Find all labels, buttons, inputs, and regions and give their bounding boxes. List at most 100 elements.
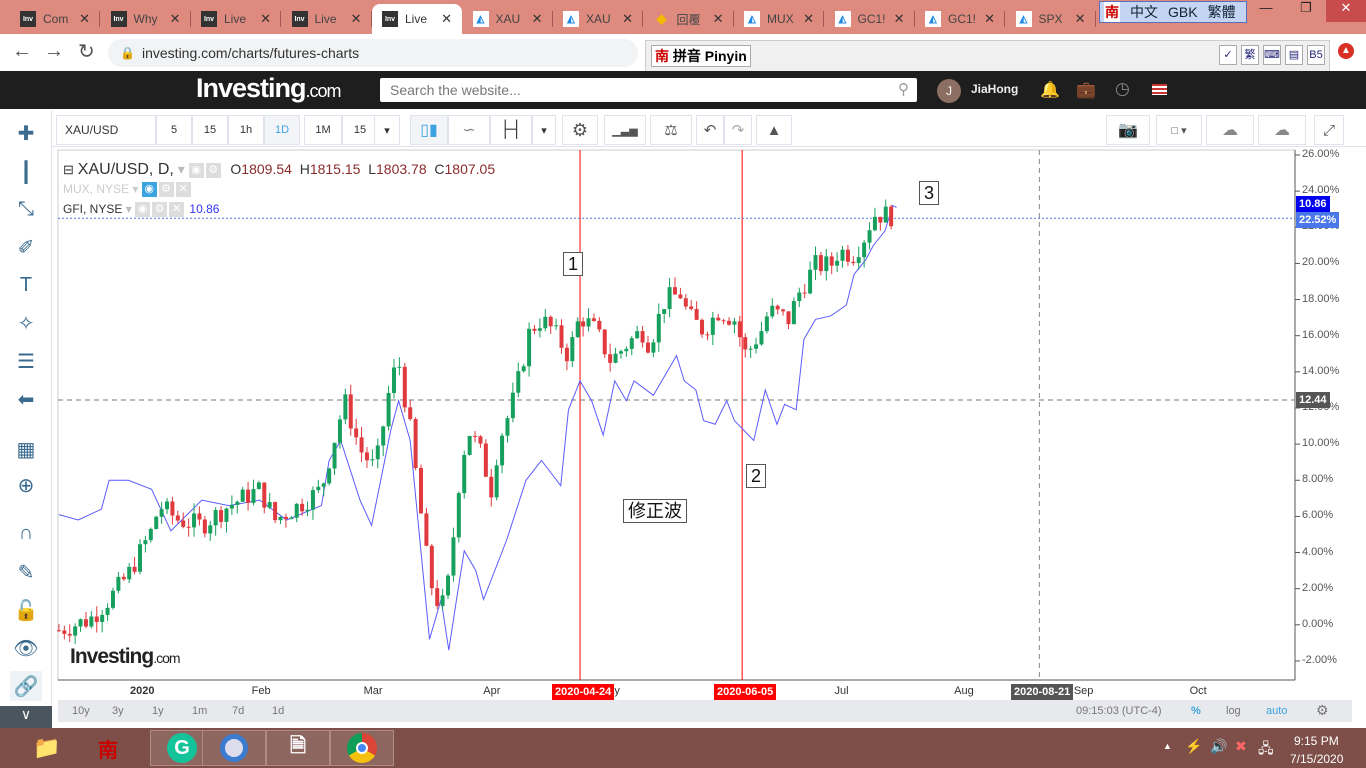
network-error-icon[interactable]: ✖ xyxy=(1235,738,1247,755)
open-value: 1809.54 xyxy=(241,161,292,177)
tray-power-icon[interactable]: ⚡ xyxy=(1185,738,1202,755)
tray-expand-icon[interactable]: ▲ xyxy=(1163,741,1172,751)
candle-body xyxy=(808,269,813,294)
candle-body xyxy=(229,504,234,509)
candle-body xyxy=(824,256,829,272)
main-series-legend[interactable]: ⊟ XAU/USD, D, ▾ ◉ ⚙ O1809.54 H1815.15 L18… xyxy=(63,161,495,179)
range-1y[interactable]: 1y xyxy=(152,705,164,717)
y-tick-label: 20.00% xyxy=(1302,256,1340,269)
main-series-name: XAU/USD, D, xyxy=(77,161,174,178)
candle-body xyxy=(467,435,472,455)
y-tick-label: 8.00% xyxy=(1302,473,1334,486)
chart-settings-icon[interactable]: ⚙ xyxy=(1316,702,1329,719)
chrome-icon[interactable] xyxy=(347,733,377,763)
candle-body xyxy=(337,419,342,443)
grammarly-icon[interactable]: G xyxy=(167,733,197,763)
collapse-legend-icon[interactable]: ⊟ xyxy=(63,162,74,177)
price-chart[interactable] xyxy=(0,0,1366,728)
candle-body xyxy=(554,325,559,327)
candle-body xyxy=(694,308,699,320)
candle-body xyxy=(94,616,99,622)
y-tick-label: 26.00% xyxy=(1302,148,1340,160)
candle-body xyxy=(883,206,888,223)
x-tick-label: Apr xyxy=(483,685,501,697)
monitor-icon[interactable]: 🖧 xyxy=(1258,738,1274,762)
browser-icon[interactable] xyxy=(220,734,248,762)
candle-body xyxy=(683,298,688,307)
candle-body xyxy=(100,614,105,622)
clock-time[interactable]: 9:15 PM xyxy=(1294,734,1339,748)
clock-date[interactable]: 7/15/2020 xyxy=(1290,752,1343,766)
candle-body xyxy=(483,443,488,477)
candle-body xyxy=(310,490,315,510)
mux-visibility-icon[interactable]: ◉ xyxy=(141,182,157,198)
wave-label-1[interactable]: 1 xyxy=(563,252,584,276)
candle-body xyxy=(127,566,132,580)
candle-body xyxy=(213,510,218,526)
series-dropdown-icon[interactable]: ▾ xyxy=(178,161,185,177)
candle-body xyxy=(575,321,580,338)
candle-body xyxy=(521,366,526,372)
candle-body xyxy=(175,515,180,521)
low-label: L xyxy=(368,161,376,177)
auto-toggle[interactable]: auto xyxy=(1266,705,1287,717)
candle-body xyxy=(743,337,748,350)
candle-body xyxy=(375,445,380,460)
candle-body xyxy=(429,545,434,589)
file-explorer-icon[interactable]: 📁 xyxy=(15,730,79,766)
candle-body xyxy=(283,516,288,520)
x-tick-label: 2020 xyxy=(130,685,155,697)
gfi-remove-icon[interactable]: ✕ xyxy=(169,202,185,218)
correction-wave-label[interactable]: 修正波 xyxy=(623,499,687,523)
candle-body xyxy=(667,287,672,310)
candle-body xyxy=(451,537,456,576)
candle-body xyxy=(219,510,224,522)
gfi-settings-icon[interactable]: ⚙ xyxy=(152,202,168,218)
candle-body xyxy=(510,392,515,419)
range-10y[interactable]: 10y xyxy=(72,705,90,717)
candle-body xyxy=(716,317,721,321)
candle-body xyxy=(781,309,786,312)
mux-legend[interactable]: MUX, NYSE ▾ ◉ ⚙ ✕ xyxy=(63,182,193,198)
mux-name: MUX, NYSE xyxy=(63,182,130,196)
candle-body xyxy=(851,261,856,264)
visibility-icon[interactable]: ◉ xyxy=(188,162,204,178)
close-value: 1807.05 xyxy=(444,161,496,177)
gfi-legend[interactable]: GFI, NYSE ▾ ◉ ⚙ ✕ 10.86 xyxy=(63,202,219,218)
gfi-visibility-icon[interactable]: ◉ xyxy=(135,202,151,218)
candle-body xyxy=(624,348,629,352)
candle-body xyxy=(878,216,883,223)
candle-body xyxy=(608,354,613,363)
candle-body xyxy=(446,575,451,596)
candle-body xyxy=(181,520,186,527)
candle-body xyxy=(656,313,661,343)
candle-body xyxy=(645,342,650,353)
y-tick-label: 2.00% xyxy=(1302,581,1334,594)
mux-remove-icon[interactable]: ✕ xyxy=(175,182,191,198)
ime-app-icon[interactable]: 南 xyxy=(76,730,140,766)
document-icon[interactable]: 🗎 xyxy=(266,730,330,766)
mux-settings-icon[interactable]: ⚙ xyxy=(158,182,174,198)
volume-icon[interactable]: 🔊 xyxy=(1210,738,1227,755)
candle-body xyxy=(786,311,791,325)
wave-label-3[interactable]: 3 xyxy=(919,181,940,205)
wave-label-2[interactable]: 2 xyxy=(746,464,767,488)
candle-body xyxy=(818,255,823,272)
candle-body xyxy=(721,320,726,322)
candle-body xyxy=(381,426,386,446)
candle-body xyxy=(835,260,840,266)
range-1d[interactable]: 1d xyxy=(272,705,284,717)
y-tick-label: -2.00% xyxy=(1302,653,1337,666)
range-7d[interactable]: 7d xyxy=(232,705,244,717)
range-3y[interactable]: 3y xyxy=(112,705,124,717)
candle-body xyxy=(440,595,445,606)
percent-toggle[interactable]: % xyxy=(1191,705,1201,717)
range-1m[interactable]: 1m xyxy=(192,705,207,717)
candle-body xyxy=(705,334,710,336)
candle-body xyxy=(640,331,645,343)
series-settings-icon[interactable]: ⚙ xyxy=(205,162,221,178)
log-toggle[interactable]: log xyxy=(1226,705,1241,717)
candle-body xyxy=(165,501,170,510)
y-tick-label: 0.00% xyxy=(1302,617,1334,630)
candle-body xyxy=(797,292,802,302)
